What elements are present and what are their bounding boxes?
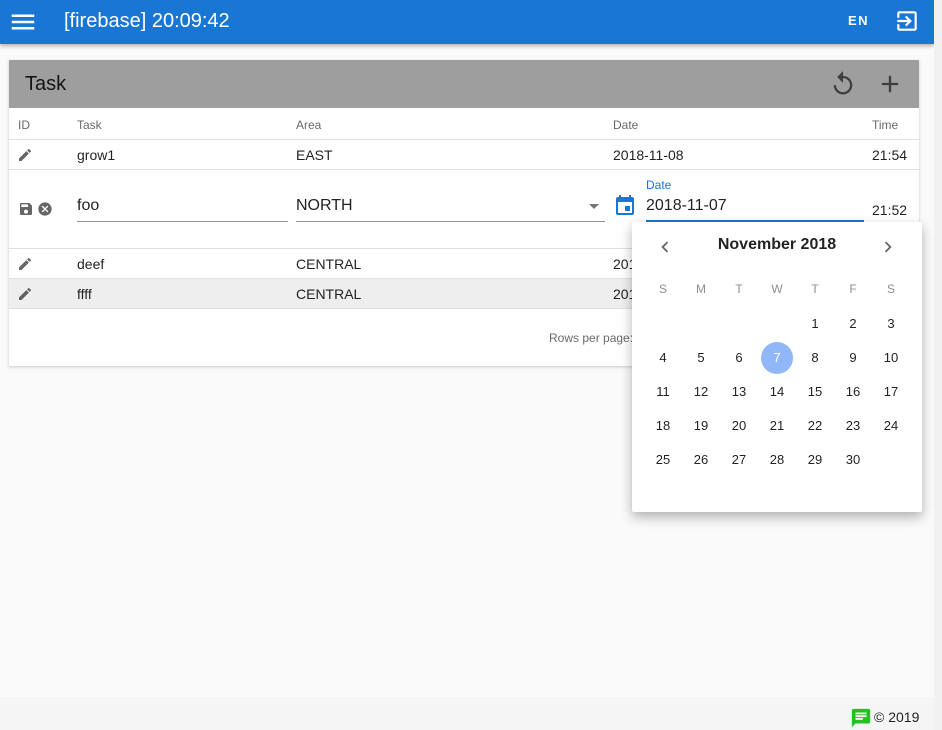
time-cell: 21:52: [872, 202, 908, 218]
calendar-day[interactable]: 4: [647, 342, 679, 374]
area-cell: CENTRAL: [296, 286, 362, 302]
calendar-day[interactable]: 6: [723, 342, 755, 374]
calendar-day[interactable]: 14: [761, 376, 793, 408]
weekday-label: W: [771, 282, 783, 296]
logout-icon[interactable]: [894, 8, 920, 34]
date-picker: November 2018 SMTWTFS 1 2 3 4 5 6 7 8 9 10 11 12 13 1…: [632, 222, 922, 512]
chevron-right-icon[interactable]: [877, 236, 899, 258]
copyright-text: © 2019: [874, 709, 920, 725]
weekday-label: S: [658, 282, 667, 296]
calendar-day[interactable]: 9: [837, 342, 869, 374]
cancel-icon[interactable]: [37, 201, 53, 217]
date-cell: 2018-11-08: [613, 147, 684, 163]
card-title: Task: [25, 73, 67, 95]
calendar-day[interactable]: 22: [799, 410, 831, 442]
rows-per-page-label: Rows per page:: [549, 331, 634, 345]
calendar-day[interactable]: 12: [685, 376, 717, 408]
calendar-day[interactable]: 11: [647, 376, 679, 408]
calendar-day[interactable]: 24: [875, 410, 907, 442]
date-field-label: Date: [646, 178, 672, 192]
calendar-day[interactable]: 19: [685, 410, 717, 442]
calendar-day[interactable]: 21: [761, 410, 793, 442]
add-icon[interactable]: [876, 70, 904, 98]
weekday-label: T: [811, 282, 819, 296]
calendar-day[interactable]: 15: [799, 376, 831, 408]
pencil-icon[interactable]: [17, 286, 33, 302]
app-bar: [firebase] 20:09:42 EN: [0, 0, 934, 44]
card-header: Task: [9, 60, 919, 108]
page-scrollbar[interactable]: [934, 0, 942, 730]
column-header-time[interactable]: Time: [872, 118, 898, 132]
calendar-day[interactable]: 17: [875, 376, 907, 408]
calendar-day[interactable]: 5: [685, 342, 717, 374]
area-cell: EAST: [296, 147, 333, 163]
calendar-day[interactable]: 10: [875, 342, 907, 374]
calendar-day[interactable]: 28: [761, 444, 793, 476]
calendar-day[interactable]: 29: [799, 444, 831, 476]
column-header-area[interactable]: Area: [296, 118, 321, 132]
calendar-day[interactable]: 2: [837, 308, 869, 340]
column-header-task[interactable]: Task: [77, 118, 102, 132]
weekday-label: F: [849, 282, 857, 296]
calendar-day[interactable]: 7: [761, 342, 793, 374]
calendar-day[interactable]: 27: [723, 444, 755, 476]
calendar-icon[interactable]: [613, 194, 637, 218]
pencil-icon[interactable]: [17, 147, 33, 163]
language-button[interactable]: EN: [848, 13, 869, 28]
task-cell: grow1: [77, 147, 116, 163]
chat-icon[interactable]: [850, 707, 872, 729]
pencil-icon[interactable]: [17, 256, 33, 272]
task-input[interactable]: foo: [77, 194, 288, 222]
table-header: ID Task Area Date Time: [9, 108, 919, 140]
column-header-date[interactable]: Date: [613, 118, 638, 132]
chevron-down-icon: [589, 204, 599, 209]
area-select-value: NORTH: [296, 197, 353, 214]
calendar-day[interactable]: 23: [837, 410, 869, 442]
calendar-day[interactable]: 13: [723, 376, 755, 408]
calendar-day[interactable]: 30: [837, 444, 869, 476]
app-title: [firebase] 20:09:42: [64, 10, 230, 32]
calendar-day[interactable]: 3: [875, 308, 907, 340]
save-icon[interactable]: [18, 201, 34, 217]
weekday-label: S: [886, 282, 895, 296]
task-cell: ffff: [77, 286, 92, 302]
time-cell: 21:54: [872, 147, 908, 163]
calendar-day[interactable]: 25: [647, 444, 679, 476]
column-header-id[interactable]: ID: [18, 118, 30, 132]
calendar-day[interactable]: 16: [837, 376, 869, 408]
area-cell: CENTRAL: [296, 256, 362, 272]
footer: © 2019: [0, 697, 934, 730]
weekday-label: M: [696, 282, 706, 296]
calendar-day[interactable]: 26: [685, 444, 717, 476]
table-row: grow1 EAST 2018-11-08 21:54: [9, 140, 919, 170]
calendar-day[interactable]: 18: [647, 410, 679, 442]
area-select[interactable]: NORTH: [296, 194, 605, 222]
calendar-day[interactable]: 1: [799, 308, 831, 340]
task-cell: deef: [77, 256, 105, 272]
menu-icon[interactable]: [8, 7, 38, 37]
weekday-label: T: [735, 282, 743, 296]
calendar-day[interactable]: 8: [799, 342, 831, 374]
date-input[interactable]: 2018-11-07: [646, 194, 864, 222]
refresh-icon[interactable]: [829, 70, 857, 98]
calendar-day[interactable]: 20: [723, 410, 755, 442]
